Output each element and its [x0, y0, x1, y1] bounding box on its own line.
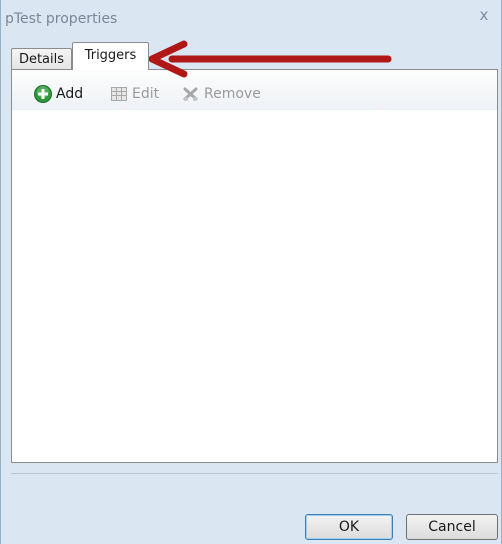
tab-triggers[interactable]: Triggers — [72, 42, 149, 70]
annotation-arrow — [148, 40, 392, 78]
